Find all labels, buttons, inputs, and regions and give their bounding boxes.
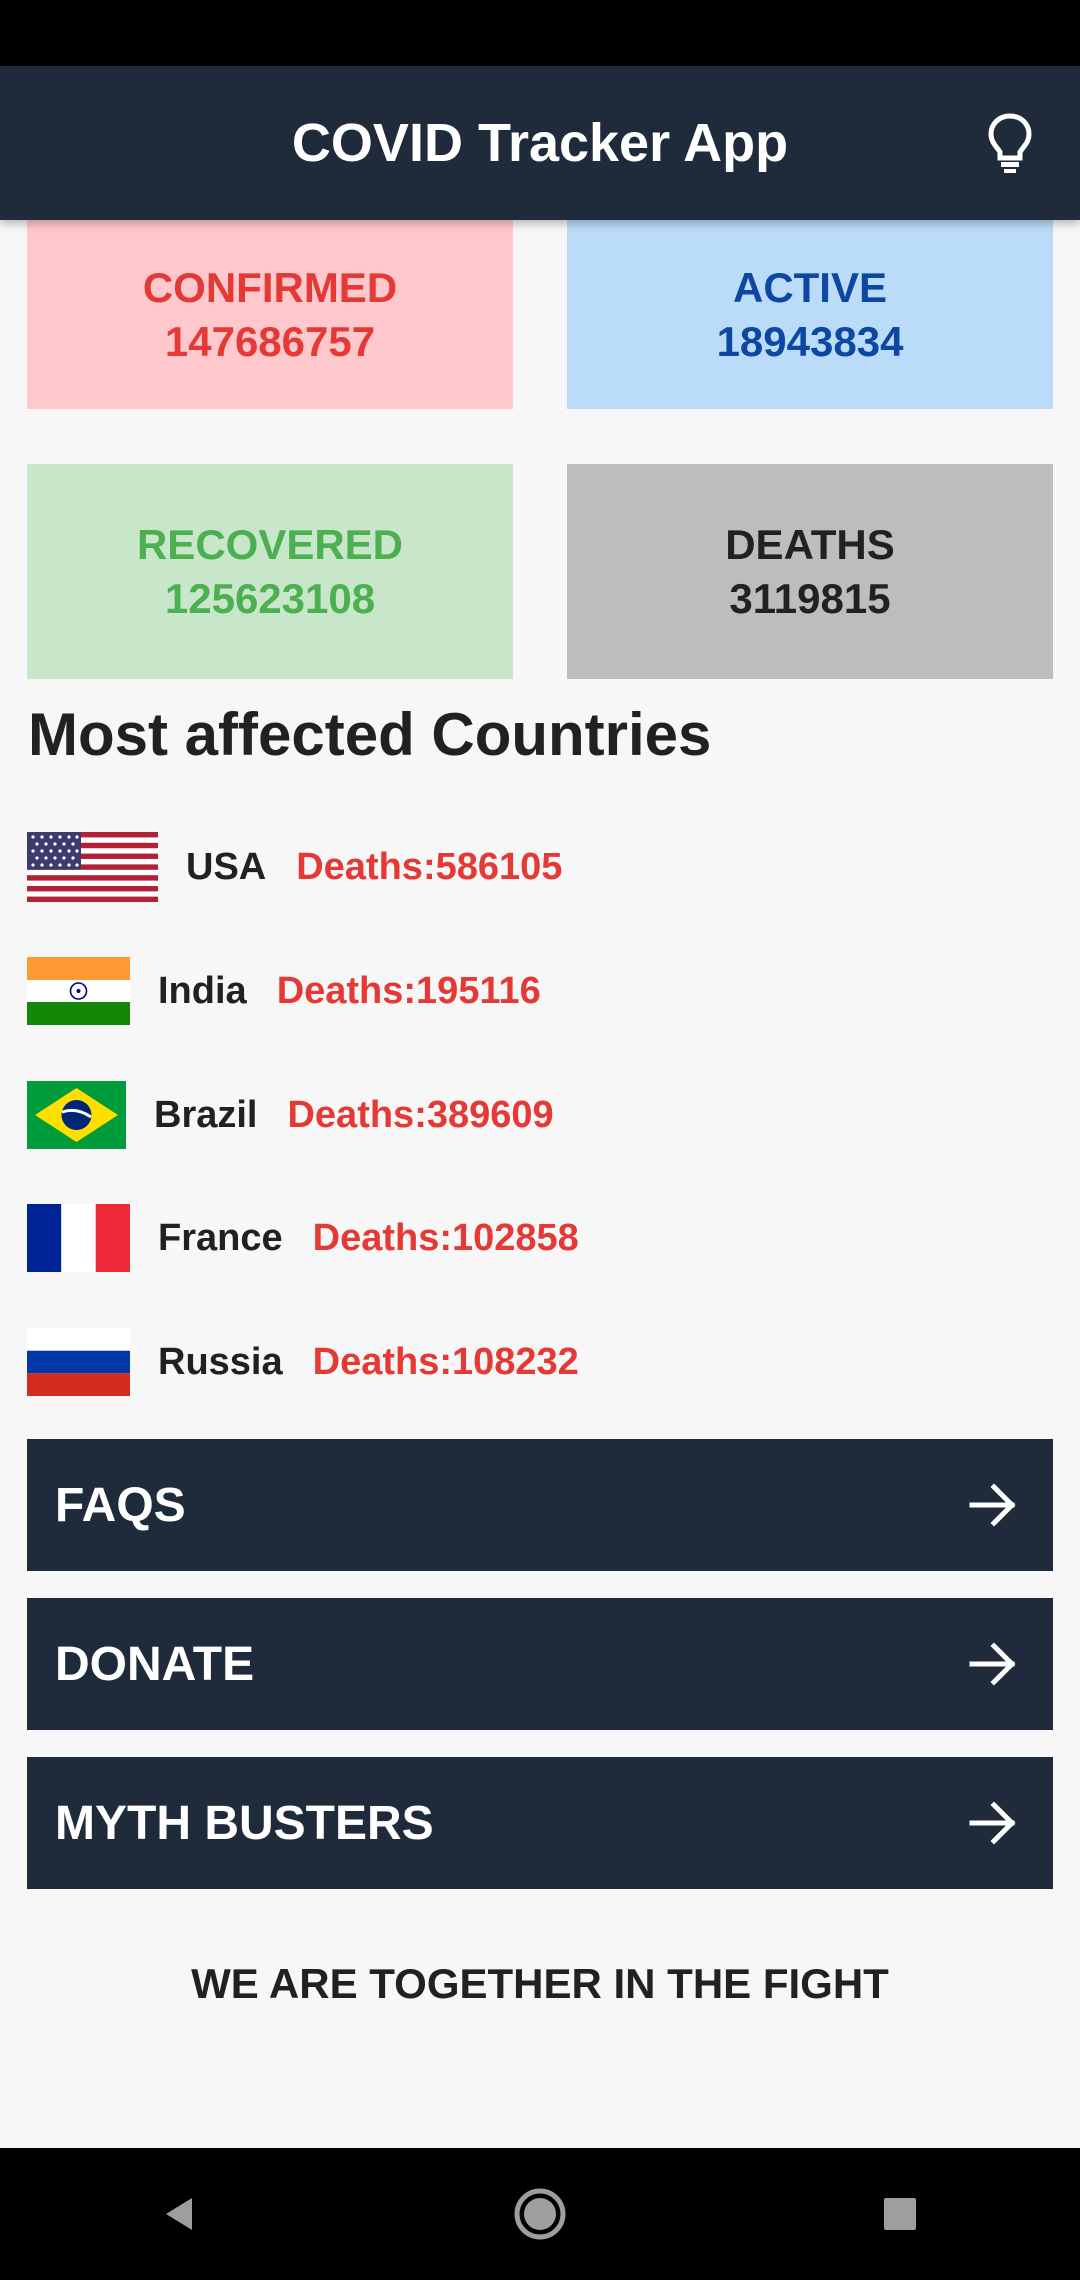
country-row-russia[interactable]: Russia Deaths:108232 — [27, 1327, 579, 1397]
faqs-button-label: FAQS — [55, 1478, 186, 1532]
app-bar: COVID Tracker App — [0, 66, 1080, 220]
country-deaths: Deaths:102858 — [312, 1216, 579, 1259]
deaths-value: 3119815 — [729, 574, 891, 622]
arrow-right-icon — [969, 1483, 1016, 1527]
arrow-right-icon — [969, 1642, 1016, 1686]
deaths-label: DEATHS — [725, 520, 895, 568]
app-title: COVID Tracker App — [291, 113, 789, 173]
main-content[interactable]: CONFIRMED 147686757 ACTIVE 18943834 RECO… — [0, 220, 1080, 2148]
confirmed-label: CONFIRMED — [142, 263, 398, 311]
deaths-card: DEATHS 3119815 — [567, 464, 1053, 679]
home-button[interactable] — [500, 2174, 580, 2254]
confirmed-value: 147686757 — [164, 317, 376, 365]
country-name: Brazil — [154, 1093, 258, 1136]
section-title: Most affected Countries — [28, 701, 712, 768]
back-triangle-icon — [166, 2198, 192, 2230]
recents-square-icon — [884, 2198, 916, 2230]
country-name: France — [158, 1216, 283, 1259]
donate-button[interactable]: DONATE — [27, 1598, 1053, 1730]
system-nav-bar — [0, 2148, 1080, 2280]
country-deaths: Deaths:586105 — [296, 845, 563, 888]
lightbulb-icon — [988, 113, 1032, 173]
country-deaths: Deaths:108232 — [312, 1340, 579, 1383]
footer-text: WE ARE TOGETHER IN THE FIGHT — [191, 1960, 889, 2007]
active-value: 18943834 — [716, 317, 904, 365]
usa-flag-icon — [27, 832, 158, 902]
country-deaths: Deaths:389609 — [287, 1093, 554, 1136]
recents-button[interactable] — [860, 2174, 940, 2254]
country-row-india[interactable]: India Deaths:195116 — [27, 956, 541, 1026]
confirmed-card: CONFIRMED 147686757 — [27, 220, 513, 409]
home-circle-icon — [514, 2188, 566, 2240]
myth-busters-button-label: MYTH BUSTERS — [55, 1796, 434, 1850]
country-deaths: Deaths:195116 — [276, 969, 541, 1012]
recovered-value: 125623108 — [164, 574, 376, 622]
myth-busters-button[interactable]: MYTH BUSTERS — [27, 1757, 1053, 1889]
country-name: USA — [186, 845, 267, 888]
back-button[interactable] — [140, 2174, 220, 2254]
active-label: ACTIVE — [732, 263, 887, 311]
theme-toggle-button[interactable] — [974, 107, 1046, 179]
recovered-card: RECOVERED 125623108 — [27, 464, 513, 679]
russia-flag-icon — [27, 1328, 130, 1396]
country-row-brazil[interactable]: Brazil Deaths:389609 — [27, 1080, 554, 1150]
active-card: ACTIVE 18943834 — [567, 220, 1053, 409]
brazil-flag-icon — [27, 1081, 126, 1149]
country-name: India — [158, 969, 247, 1012]
donate-button-label: DONATE — [55, 1637, 255, 1691]
india-flag-icon — [27, 957, 130, 1025]
arrow-right-icon — [969, 1801, 1016, 1845]
france-flag-icon — [27, 1204, 130, 1272]
country-row-france[interactable]: France Deaths:102858 — [27, 1203, 579, 1273]
faqs-button[interactable]: FAQS — [27, 1439, 1053, 1571]
country-name: Russia — [158, 1340, 283, 1383]
recovered-label: RECOVERED — [136, 520, 404, 568]
status-bar — [0, 0, 1080, 66]
country-row-usa[interactable]: USA Deaths:586105 — [27, 832, 562, 902]
